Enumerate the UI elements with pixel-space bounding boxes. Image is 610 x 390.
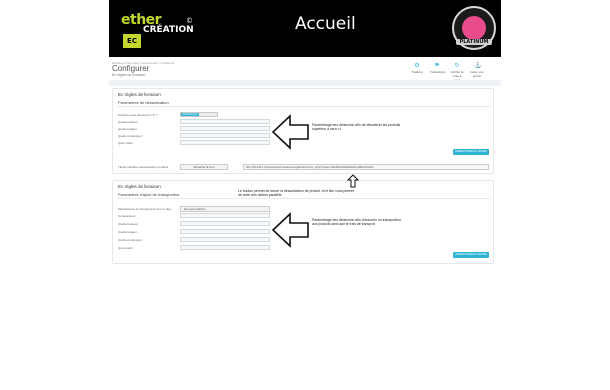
cron-label: Tâche planifiée désactivation produits [118, 165, 169, 169]
toolbar-label: Gérer vos points [470, 70, 484, 78]
divider [109, 80, 501, 86]
flag-icon: ⚑ [434, 63, 440, 69]
logo-mark: EC [123, 34, 141, 48]
hook-icon: ⚓ [474, 63, 482, 69]
toggle-off[interactable] [199, 113, 217, 116]
annotation-note: Le bouton permet de lancer la désactivat… [238, 189, 354, 198]
logo-subtitle: CRÉATION [143, 25, 194, 35]
toggle-on[interactable]: ACTIVÉ /OUI [181, 113, 199, 116]
platinum-badge: PLATINUM [452, 6, 496, 50]
carrier-select-value: Exemple platform [184, 207, 206, 211]
divider [117, 198, 491, 199]
toolbar-label: Traductions [430, 70, 446, 74]
annotation-note: Paramétrage des dimension afin de désact… [312, 123, 401, 132]
width-input[interactable] [180, 126, 270, 131]
field-label: Quelle hauteur : [118, 222, 140, 226]
save-button[interactable]: ENREGISTRER & LANCER [453, 149, 489, 155]
field-label: Comparateur [118, 214, 136, 218]
carrier-select[interactable]: Exemple platform [180, 206, 270, 212]
left-arrow-icon [272, 212, 309, 248]
depth-input[interactable] [180, 237, 270, 242]
page-subtitle: Ec règles de livraison [112, 73, 146, 77]
field-label: Quel poids : [118, 141, 135, 145]
panel-heading: Ec règles de livraison [118, 184, 161, 189]
badge-label: PLATINUM [456, 39, 492, 45]
field-label: Quel poids : [118, 246, 135, 250]
field-label: Quelle profondeur : [118, 238, 144, 242]
height-input[interactable] [180, 221, 270, 226]
save-button[interactable]: ENREGISTRER & LANCER [453, 252, 489, 258]
toolbar-label: Traduire [411, 70, 423, 74]
prestashop-icon [462, 16, 486, 40]
field-label: Quelle profondeur : [118, 134, 144, 138]
depth-input[interactable] [180, 133, 270, 138]
refresh-icon: ↻ [454, 63, 460, 69]
field-label: Quelle hauteur : [118, 120, 140, 124]
logo-registered: © [186, 17, 193, 25]
up-arrow-icon [347, 174, 359, 188]
cron-url-field[interactable]: http://193.184.1.15/prestashop/modules/e… [243, 164, 489, 170]
page-title: Configurer [112, 64, 150, 73]
weight-input[interactable] [180, 140, 270, 145]
screen: ether © CRÉATION EC Accueil PLATINUM Mod… [0, 0, 610, 390]
field-label: Produits sous dimension (?) ? [118, 113, 158, 117]
annotation-note: Paramétrage des dimension afin d'associe… [312, 218, 401, 227]
panel-subheading: Paramètres de désactivation [118, 100, 169, 105]
enable-toggle[interactable]: ACTIVÉ /OUI [180, 112, 218, 117]
width-input[interactable] [180, 229, 270, 234]
comparator-input[interactable] [180, 213, 270, 218]
weight-input[interactable] [180, 245, 270, 250]
left-arrow-icon [272, 114, 309, 150]
divider [117, 106, 491, 107]
panel-heading: Ec règles de livraison [118, 92, 161, 97]
start-cron-button[interactable]: Démarrer la cron [180, 164, 228, 170]
field-label: Quelle largeur : [118, 230, 139, 234]
header-banner: ether © CRÉATION EC Accueil PLATINUM [109, 0, 501, 57]
field-label: Sélectionnez le transporteur (sur le sit… [118, 207, 173, 211]
height-input[interactable] [180, 119, 270, 124]
panel-subheading: Paramètres d'ajout de transporteur [118, 192, 180, 197]
gear-icon: ⚙ [414, 63, 420, 69]
field-label: Quelle largeur : [118, 127, 139, 131]
banner-title: Accueil [295, 14, 356, 34]
